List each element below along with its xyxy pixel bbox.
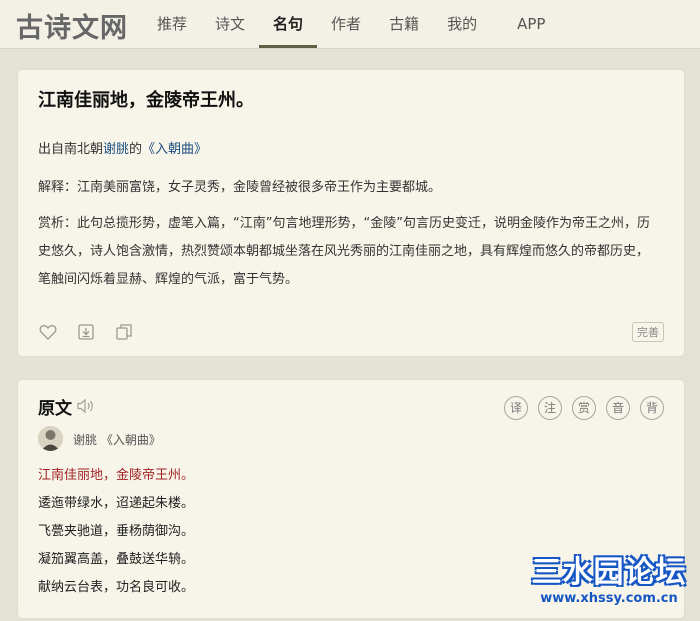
- quote-source: 出自南北朝谢朓的《入朝曲》: [38, 138, 207, 157]
- poem-line: 逶迤带绿水，迢递起朱楼。: [38, 496, 195, 511]
- main-nav: 推荐 诗文 名句 作者 古籍 我的 APP: [143, 0, 559, 48]
- copy-icon[interactable]: [114, 322, 134, 342]
- speaker-icon[interactable]: [76, 397, 96, 415]
- download-icon[interactable]: [76, 322, 96, 342]
- nav-item-mine[interactable]: 我的: [433, 0, 491, 48]
- poem-line-highlight: 江南佳丽地，金陵帝王州。: [38, 468, 195, 483]
- original-title: 原文: [38, 399, 72, 419]
- nav-item-authors[interactable]: 作者: [317, 0, 375, 48]
- site-logo[interactable]: 古诗文网: [16, 6, 128, 45]
- nav-item-poems[interactable]: 诗文: [201, 0, 259, 48]
- quote-card: 江南佳丽地，金陵帝王州。 出自南北朝谢朓的《入朝曲》 解释：江南美丽富饶，女子灵…: [17, 69, 685, 357]
- author-avatar[interactable]: [38, 426, 63, 451]
- poem-line: 献纳云台表，功名良可收。: [38, 580, 195, 595]
- nav-item-recommend[interactable]: 推荐: [143, 0, 201, 48]
- quote-appreciation: 赏析：此句总揽形势，虚笔入篇，“江南”句言地理形势，“金陵”句言历史变迁，说明金…: [38, 216, 650, 287]
- poem-lines: 江南佳丽地，金陵帝王州。 逶迤带绿水，迢递起朱楼。 飞甍夹驰道，垂杨荫御沟。 凝…: [38, 462, 194, 602]
- source-prefix: 出自南北朝: [38, 142, 104, 157]
- appreciate-button[interactable]: 赏: [572, 396, 596, 420]
- source-mid: 的: [129, 142, 143, 157]
- quote-explanation: 解释：江南美丽富饶，女子灵秀，金陵曾经被很多帝王作为主要都城。: [38, 180, 442, 195]
- top-nav-bar: 古诗文网 推荐 诗文 名句 作者 古籍 我的 APP: [0, 0, 700, 49]
- nav-item-classics[interactable]: 古籍: [375, 0, 433, 48]
- tool-buttons: 译 注 赏 音 背: [504, 396, 664, 420]
- author-line: 谢朓 《入朝曲》: [73, 431, 161, 448]
- original-text-card: 原文 译 注 赏 音 背 谢朓 《入朝曲》 江南佳丽地，金陵帝王州。 逶迤带绿水…: [17, 379, 685, 619]
- source-author-link[interactable]: 谢朓: [103, 142, 129, 157]
- heart-icon[interactable]: [38, 322, 58, 342]
- annotate-button[interactable]: 注: [538, 396, 562, 420]
- nav-item-app[interactable]: APP: [503, 0, 559, 48]
- quote-actions: [38, 322, 134, 342]
- work-title-link[interactable]: 《入朝曲》: [101, 433, 161, 447]
- poem-line: 凝笳翼高盖，叠鼓送华辀。: [38, 552, 195, 567]
- nav-item-famous-lines[interactable]: 名句: [259, 0, 318, 48]
- poem-line: 飞甍夹驰道，垂杨荫御沟。: [38, 524, 195, 539]
- quote-title: 江南佳丽地，金陵帝王州。: [38, 90, 254, 111]
- perfect-button[interactable]: 完善: [632, 322, 664, 342]
- translate-button[interactable]: 译: [504, 396, 528, 420]
- author-name-link[interactable]: 谢朓: [73, 433, 97, 447]
- source-work-link[interactable]: 《入朝曲》: [142, 142, 207, 157]
- pinyin-button[interactable]: 音: [606, 396, 630, 420]
- recite-button[interactable]: 背: [640, 396, 664, 420]
